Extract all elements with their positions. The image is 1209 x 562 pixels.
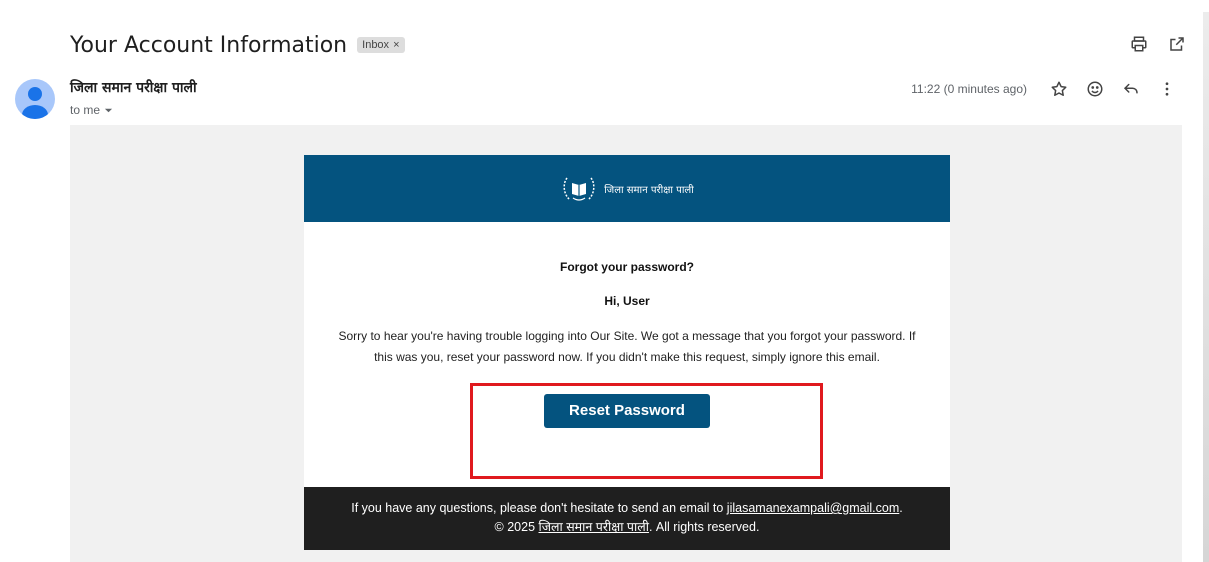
timestamp: 11:22 (0 minutes ago) bbox=[911, 82, 1027, 96]
avatar[interactable] bbox=[15, 79, 55, 119]
reset-password-button[interactable]: Reset Password bbox=[544, 394, 710, 428]
inbox-label-chip[interactable]: Inbox × bbox=[357, 37, 405, 53]
copyright-suffix: . All rights reserved. bbox=[648, 520, 760, 534]
remove-label-icon[interactable]: × bbox=[393, 39, 399, 51]
top-actions bbox=[1129, 34, 1187, 54]
brand-name: जिला समान परीक्षा पाली bbox=[604, 184, 694, 196]
footer-contact-line: If you have any questions, please don't … bbox=[304, 499, 950, 518]
subject-row: Your Account Information Inbox × bbox=[70, 28, 405, 62]
chevron-down-icon[interactable] bbox=[104, 106, 113, 115]
copyright-link[interactable]: जिला समान परीक्षा पाली bbox=[539, 520, 649, 534]
reply-icon[interactable] bbox=[1121, 79, 1141, 99]
open-in-new-window-icon[interactable] bbox=[1167, 34, 1187, 54]
print-icon[interactable] bbox=[1129, 34, 1149, 54]
email-card: जिला समान परीक्षा पाली Forgot your passw… bbox=[304, 155, 950, 550]
book-laurel-logo-icon bbox=[563, 177, 595, 201]
footer-period: . bbox=[899, 501, 903, 515]
star-icon[interactable] bbox=[1049, 79, 1069, 99]
recipient-text: to me bbox=[70, 103, 101, 117]
footer-copyright-line: © 2025 जिला समान परीक्षा पाली. All right… bbox=[304, 518, 950, 537]
sender-name[interactable]: जिला समान परीक्षा पाली bbox=[70, 78, 197, 97]
scrollbar[interactable] bbox=[1203, 12, 1209, 562]
footer-email-link[interactable]: jilasamanexampali@gmail.com bbox=[727, 501, 899, 515]
greeting: Hi, User bbox=[604, 294, 650, 308]
message-meta: 11:22 (0 minutes ago) bbox=[911, 78, 1185, 100]
emoji-icon[interactable] bbox=[1085, 79, 1105, 99]
copyright-prefix: © 2025 bbox=[494, 520, 539, 534]
email-subject: Your Account Information bbox=[70, 32, 348, 58]
inbox-label-text: Inbox bbox=[362, 39, 390, 51]
email-header: जिला समान परीक्षा पाली bbox=[304, 155, 950, 222]
more-vert-icon[interactable] bbox=[1157, 79, 1177, 99]
recipient-details[interactable]: to me bbox=[70, 103, 197, 117]
email-footer: If you have any questions, please don't … bbox=[304, 487, 950, 550]
sender-block: जिला समान परीक्षा पाली to me bbox=[70, 78, 197, 117]
footer-contact-text: If you have any questions, please don't … bbox=[351, 501, 727, 515]
message-text: Sorry to hear you're having trouble logg… bbox=[338, 329, 916, 364]
forgot-password-title: Forgot your password? bbox=[559, 260, 694, 274]
email-content: Forgot your password? Hi, User Sorry to … bbox=[304, 260, 950, 428]
